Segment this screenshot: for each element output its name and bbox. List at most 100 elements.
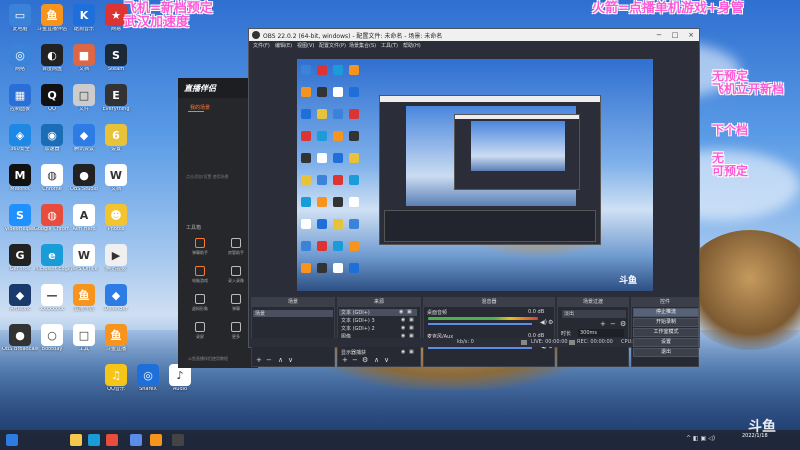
desktop-icon[interactable]: ☻ Photos [98, 204, 134, 242]
tool-button[interactable]: 虚拟形象 [186, 294, 214, 318]
add-icon[interactable]: + [256, 356, 262, 364]
gear-icon[interactable]: ⚙ [362, 356, 368, 364]
desktop-icon[interactable]: 鱼斗鱼直播伴侣 [34, 4, 70, 42]
lock-icon[interactable]: ▣ [409, 325, 414, 331]
desktop-icon[interactable]: Q QQ [34, 84, 70, 122]
eye-icon[interactable]: ◉ [401, 349, 405, 355]
up-icon[interactable]: ∧ [278, 356, 283, 364]
desktop-icon[interactable]: ○ Bootday [34, 324, 70, 362]
tool-button[interactable]: 房管助手 [222, 238, 250, 262]
desktop-icon[interactable]: ◍ Google Chrome [34, 204, 70, 242]
tab-my-scenes[interactable]: 我的场景 [190, 104, 210, 111]
desktop-icon[interactable]: ♫ QQ音乐 [98, 364, 134, 402]
desktop-icon[interactable]: ■ 文档 [66, 44, 102, 82]
tool-button[interactable]: 电脑游戏 [186, 266, 214, 290]
desktop-icon[interactable]: ◐ 百度网盘 [34, 44, 70, 82]
down-icon[interactable]: ∨ [288, 356, 293, 364]
control-button[interactable]: 工作室模式 [633, 328, 699, 337]
desktop-icon[interactable]: ◆ Defender [98, 284, 134, 322]
desktop-icon[interactable]: ◈ 360安全 [2, 124, 38, 162]
tool-button[interactable]: 弹幕 [222, 294, 250, 318]
chrome-icon[interactable] [106, 434, 118, 446]
desktop-icon[interactable]: ◆ ArtWork [2, 284, 38, 322]
desktop-icon[interactable]: K 酷狗音乐 [66, 4, 102, 42]
desktop-icon[interactable]: ◉ 加速器 [34, 124, 70, 162]
tool-button[interactable]: 更多 [222, 322, 250, 346]
add-icon[interactable]: + [342, 356, 348, 364]
desktop-icon[interactable]: ● OBS Studio [66, 164, 102, 202]
obs-icon[interactable] [172, 434, 184, 446]
control-button[interactable]: 设置 [633, 338, 699, 347]
duration-input[interactable]: 300ms [578, 329, 624, 337]
volume-slider[interactable] [428, 323, 532, 325]
remove-icon[interactable]: − [266, 356, 272, 364]
tray-icons[interactable]: ^ ◧ ▣ ◁) [686, 435, 715, 442]
desktop-icon[interactable]: W 文档 [98, 164, 134, 202]
control-button[interactable]: 停止推流 [633, 308, 699, 317]
desktop-icon[interactable]: ▭ 此电脑 [2, 4, 38, 42]
tool-button[interactable]: 录入录像 [222, 266, 250, 290]
feishu-icon[interactable] [130, 434, 142, 446]
desktop-icon[interactable]: A Alm Hero [66, 204, 102, 242]
tool-button[interactable]: 录屏 [186, 322, 214, 346]
menu-item[interactable]: 工具(T) [381, 42, 398, 49]
scene-item[interactable]: 场景 [253, 310, 333, 317]
gear-icon[interactable]: ⚙ [620, 320, 626, 328]
obs-preview[interactable]: 斗鱼 [297, 59, 653, 291]
add-icon[interactable]: + [600, 320, 606, 328]
volume-slider[interactable] [428, 347, 532, 349]
desktop-icon[interactable]: ▶ 腾讯视频 [98, 244, 134, 282]
control-button[interactable]: 退出 [633, 348, 699, 357]
companion-titlebar[interactable]: 直播伴侣 [178, 78, 258, 98]
desktop-icon[interactable]: e Microsoft Edge [34, 244, 70, 282]
remove-icon[interactable]: − [610, 320, 616, 328]
desktop-icon[interactable]: □ 工具 [66, 324, 102, 362]
desktop-icon[interactable]: ● OBS Broadcast [2, 324, 38, 362]
transition-select[interactable]: 淡出 [562, 310, 626, 318]
desktop-icon[interactable]: 鱼斗鱼直播 [98, 324, 134, 362]
companion-footer[interactable]: 斗鱼直播伴侣使用教程 [188, 356, 228, 362]
control-button[interactable]: 开始录制 [633, 318, 699, 327]
menu-item[interactable]: 配置文件(P) [319, 42, 346, 49]
speaker-icon[interactable]: ◀) [540, 319, 547, 326]
source-item[interactable]: 显示器捕获 ◉ ▣ [341, 349, 419, 356]
remove-icon[interactable]: − [352, 356, 358, 364]
tool-button[interactable]: 弹幕助手 [186, 238, 214, 262]
obs-titlebar[interactable]: OBS 22.0.2 (64-bit, windows) - 配置文件: 未命名… [249, 29, 699, 41]
desktop-icon[interactable]: □ 文件 [66, 84, 102, 122]
start-icon[interactable] [6, 434, 18, 446]
close-icon[interactable]: × [683, 29, 699, 41]
lock-icon[interactable]: ▣ [409, 317, 414, 323]
desktop-icon[interactable]: ◎ 网络 [2, 44, 38, 82]
source-item[interactable]: 文本 (GDI+) 3 ◉ ▣ [341, 317, 419, 324]
desktop-icon[interactable]: E Everything [98, 84, 134, 122]
lock-icon[interactable]: ▣ [407, 309, 412, 315]
menu-item[interactable]: 视图(V) [297, 42, 314, 49]
menu-item[interactable]: 场景集合(S) [349, 42, 376, 49]
source-item[interactable]: 文本 (GDI+) 2 ◉ ▣ [341, 325, 419, 332]
desktop-icon[interactable]: ◍ Chrome [34, 164, 70, 202]
lock-icon[interactable]: ▣ [409, 349, 414, 355]
gear-icon[interactable]: ⚙ [548, 319, 553, 326]
up-icon[interactable]: ∧ [374, 356, 379, 364]
desktop-icon[interactable]: G GeForce [2, 244, 38, 282]
desktop-icon[interactable]: W WPS Office [66, 244, 102, 282]
source-item[interactable]: 文本 (GDI+) ◉ ▣ [339, 309, 417, 316]
minimize-icon[interactable]: − [651, 29, 667, 41]
desktop-icon[interactable]: S Steam [98, 44, 134, 82]
desktop-icon[interactable]: ◆ 腾讯会议 [66, 124, 102, 162]
desktop-icon[interactable]: — xxxxxxxx [34, 284, 70, 322]
maximize-icon[interactable]: □ [667, 29, 683, 41]
desktop-icon[interactable]: ▦ 控制面板 [2, 84, 38, 122]
eye-icon[interactable]: ◉ [401, 325, 405, 331]
desktop-icon[interactable]: M MWorks [2, 164, 38, 202]
desktop-icon[interactable]: ♪ Audio [162, 364, 198, 402]
desktop-icon[interactable]: 6 设置 [98, 124, 134, 162]
eye-icon[interactable]: ◉ [401, 317, 405, 323]
eye-icon[interactable]: ◉ [399, 309, 403, 315]
desktop-icon[interactable]: ◎ ShareX [130, 364, 166, 402]
down-icon[interactable]: ∨ [384, 356, 389, 364]
edge-icon[interactable] [88, 434, 100, 446]
desktop-icon[interactable]: S VideoHelper [2, 204, 38, 242]
desktop-icon[interactable]: 鱼直播伴侣 [66, 284, 102, 322]
